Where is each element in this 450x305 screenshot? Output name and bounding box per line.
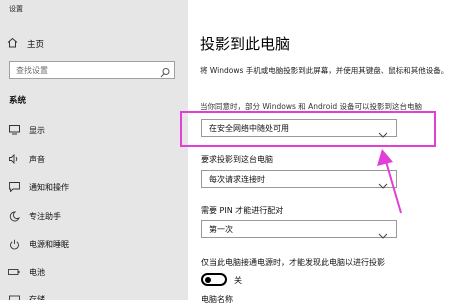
notification-icon bbox=[7, 182, 21, 192]
search-icon bbox=[160, 64, 170, 78]
home-label: 主页 bbox=[27, 40, 45, 50]
moon-icon bbox=[7, 211, 21, 222]
request-dropdown[interactable]: 每次请求连接时 bbox=[201, 170, 397, 189]
power-discover-toggle[interactable] bbox=[201, 273, 227, 286]
pin-label: 需要 PIN 才能进行配对 bbox=[201, 206, 284, 215]
toggle-knob bbox=[205, 276, 211, 283]
sidebar-item-label: 显示 bbox=[29, 125, 45, 135]
page-description: 将 Windows 手机或电脑投影到此屏幕，并使用其键盘、鼠标和其他设备。 bbox=[200, 66, 449, 75]
battery-icon bbox=[7, 268, 21, 276]
highlight-box bbox=[180, 111, 436, 147]
power-icon bbox=[7, 239, 21, 250]
home-icon bbox=[7, 37, 21, 51]
monitor-icon bbox=[7, 125, 21, 135]
sidebar-item-label: 通知和操作 bbox=[29, 182, 69, 192]
sidebar-item-display[interactable]: 显示 bbox=[7, 123, 45, 137]
search-input[interactable]: 查找设置 bbox=[9, 61, 175, 79]
sidebar-item-label: 存储 bbox=[29, 294, 45, 301]
sidebar-item-label: 声音 bbox=[29, 154, 45, 164]
page-title: 投影到此电脑 bbox=[200, 35, 291, 53]
home-nav-item[interactable]: 主页 bbox=[7, 37, 44, 51]
main-content: 投影到此电脑 将 Windows 手机或电脑投影到此屏幕，并使用其键盘、鼠标和其… bbox=[188, 0, 450, 304]
section-label-system: 系统 bbox=[9, 96, 27, 106]
sidebar-item-sound[interactable]: 声音 bbox=[7, 152, 45, 166]
sidebar-item-battery[interactable]: 电池 bbox=[7, 265, 45, 279]
sidebar-item-focus-assist[interactable]: 专注助手 bbox=[7, 209, 61, 223]
sidebar: 设置 主页 查找设置 系统 显示 声音 通知和操作 专注助手 电源和睡眠 电池 … bbox=[0, 0, 188, 300]
power-discover-label: 仅当此电脑接通电源时，才能发现此电脑以进行投影 bbox=[201, 258, 385, 267]
sidebar-item-power-sleep[interactable]: 电源和睡眠 bbox=[7, 237, 69, 251]
sidebar-item-storage[interactable]: 存储 bbox=[7, 292, 45, 300]
sidebar-item-label: 电池 bbox=[29, 267, 45, 277]
sidebar-item-label: 电源和睡眠 bbox=[29, 239, 69, 249]
request-value: 每次请求连接时 bbox=[209, 175, 265, 184]
window-title: 设置 bbox=[9, 5, 23, 13]
pin-dropdown[interactable]: 第一次 bbox=[201, 220, 397, 239]
storage-icon bbox=[7, 295, 21, 300]
search-placeholder: 查找设置 bbox=[16, 66, 48, 75]
sidebar-item-notifications[interactable]: 通知和操作 bbox=[7, 180, 69, 194]
chevron-down-icon bbox=[378, 225, 388, 239]
toggle-state-label: 关 bbox=[234, 276, 242, 285]
speaker-icon bbox=[7, 154, 21, 164]
chevron-down-icon bbox=[378, 175, 388, 189]
request-label: 要求投影到这台电脑 bbox=[201, 155, 273, 164]
pin-value: 第一次 bbox=[209, 225, 233, 234]
sidebar-item-label: 专注助手 bbox=[29, 211, 61, 221]
